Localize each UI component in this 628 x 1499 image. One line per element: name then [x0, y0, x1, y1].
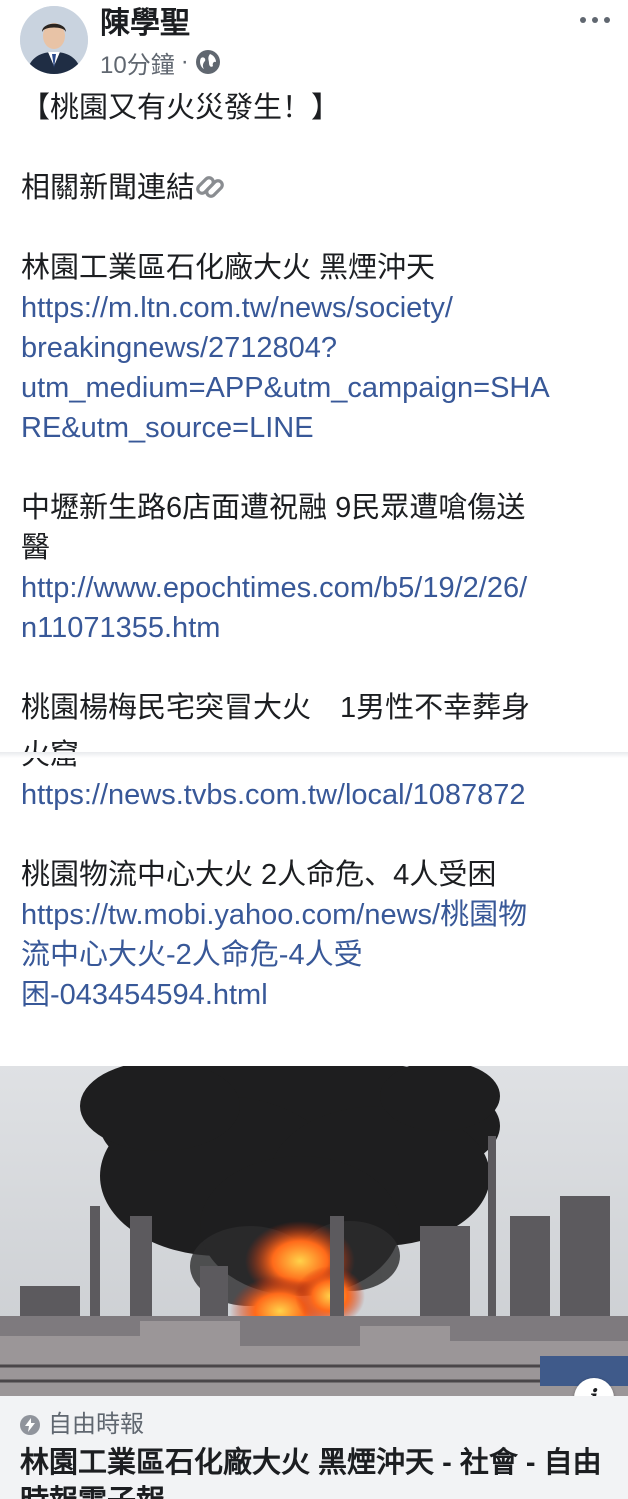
avatar-image: [20, 6, 88, 74]
post-meta: 10分鐘 ·: [100, 45, 221, 80]
news-link[interactable]: https://m.ltn.com.tw/news/society/: [21, 288, 621, 328]
news-title: 醫: [21, 532, 51, 564]
author-name[interactable]: 陳學聖: [100, 4, 190, 44]
news-link[interactable]: 流中心大火-2人命危-4人受: [21, 935, 621, 975]
news-link[interactable]: n11071355.htm: [21, 608, 621, 648]
preview-title[interactable]: 林園工業區石化廠大火 黑煙沖天 - 社會 - 自由時報電子報: [20, 1444, 620, 1499]
post-time[interactable]: 10分鐘: [100, 45, 175, 80]
news-link[interactable]: http://www.epochtimes.com/b5/19/2/26/: [21, 568, 621, 608]
related-news-label: 相關新聞連結: [21, 168, 621, 208]
news-link[interactable]: https://tw.mobi.yahoo.com/news/桃園物: [21, 895, 621, 935]
post-body: 【桃園又有火災發生！】 相關新聞連結 林園工業區石化廠大火 黑煙沖天 https…: [21, 88, 621, 1015]
news-title: 桃園楊梅民宅突冒大火 1男性不幸葬身: [21, 692, 531, 724]
lightning-icon: [20, 1415, 40, 1435]
source-name: 自由時報: [48, 1411, 144, 1438]
facebook-post: 陳學聖 10分鐘 · 【桃園又有火災發生！】 相關新聞連結 林園工業區石化廠大火…: [0, 0, 628, 1499]
news-title: 桃園物流中心大火 2人命危、4人受困: [21, 859, 497, 891]
link-preview-card[interactable]: i 自由時報 林園工業區石化廠大火 黑煙沖天 - 社會 - 自由時報電子報: [0, 1066, 628, 1499]
avatar[interactable]: [20, 6, 88, 74]
preview-image[interactable]: [0, 1066, 628, 1396]
news-link[interactable]: 困-043454594.html: [21, 975, 621, 1015]
divider: [0, 752, 628, 758]
preview-source: 自由時報: [20, 1410, 144, 1440]
post-headline: 【桃園又有火災發生！】: [21, 92, 341, 124]
fire-photo: [0, 1066, 628, 1396]
meta-separator: ·: [180, 48, 189, 75]
post-header: 陳學聖 10分鐘 ·: [0, 0, 628, 90]
link-icon: [196, 176, 224, 198]
news-title: 中壢新生路6店面遭祝融 9民眾遭嗆傷送: [21, 492, 526, 524]
preview-caption[interactable]: 自由時報 林園工業區石化廠大火 黑煙沖天 - 社會 - 自由時報電子報: [0, 1396, 628, 1499]
more-options-icon[interactable]: [580, 14, 610, 26]
news-title: 林園工業區石化廠大火 黑煙沖天: [21, 252, 436, 284]
news-link[interactable]: RE&utm_source=LINE: [21, 408, 621, 448]
news-link[interactable]: https://news.tvbs.com.tw/local/1087872: [21, 775, 621, 815]
globe-icon[interactable]: [195, 49, 221, 75]
news-link[interactable]: utm_medium=APP&utm_campaign=SHA: [21, 368, 621, 408]
news-link[interactable]: breakingnews/2712804?: [21, 328, 621, 368]
